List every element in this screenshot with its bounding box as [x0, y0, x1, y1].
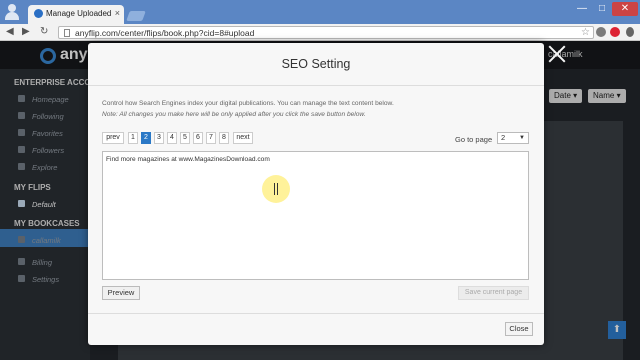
window-close-button[interactable]: ✕ — [612, 2, 638, 16]
pager-page-1[interactable]: 1 — [128, 132, 138, 144]
reload-icon[interactable]: ↻ — [40, 26, 48, 37]
minimize-button[interactable]: — — [572, 2, 592, 16]
extension-icon[interactable] — [596, 27, 606, 37]
modal-close-icon[interactable] — [546, 43, 568, 65]
modal-description: Control how Search Engines index your di… — [102, 100, 394, 107]
url-text: anyflip.com/center/flips/book.php?cid=8#… — [75, 28, 255, 38]
profile-icon[interactable] — [4, 3, 20, 21]
page-icon — [64, 29, 70, 37]
divider — [88, 85, 544, 86]
back-icon[interactable]: ◀ — [6, 26, 14, 37]
favicon-icon — [34, 9, 43, 18]
preview-button[interactable]: Preview — [102, 286, 140, 300]
pager-page-2[interactable]: 2 — [141, 132, 151, 144]
new-tab-button[interactable] — [126, 11, 146, 21]
text-cursor-icon — [274, 183, 278, 195]
browser-toolbar: ◀ ▶ ↻ anyflip.com/center/flips/book.php?… — [0, 24, 640, 41]
close-button[interactable]: Close — [505, 322, 533, 336]
pager-page-8[interactable]: 8 — [219, 132, 229, 144]
extension-icon[interactable] — [610, 27, 620, 37]
browser-tabstrip: Manage Uploaded Books × — □ ✕ — [0, 0, 640, 24]
goto-page-label: Go to page — [455, 135, 493, 144]
seo-text-content: Find more magazines at www.MagazinesDown… — [106, 156, 270, 163]
modal-title: SEO Setting — [281, 57, 351, 71]
pager-page-4[interactable]: 4 — [167, 132, 177, 144]
menu-icon[interactable] — [626, 27, 634, 37]
pager-page-6[interactable]: 6 — [193, 132, 203, 144]
save-current-page-button[interactable]: Save current page — [458, 286, 529, 300]
tab-title: Manage Uploaded Books — [46, 9, 112, 18]
maximize-button[interactable]: □ — [592, 2, 612, 16]
pager-prev[interactable]: prev — [102, 132, 124, 144]
pager-page-7[interactable]: 7 — [206, 132, 216, 144]
tab-close-icon[interactable]: × — [115, 8, 120, 18]
modal-note: Note: All changes you make here will be … — [102, 111, 366, 118]
dropdown-caret-icon: ▼ — [519, 135, 525, 141]
browser-tab[interactable]: Manage Uploaded Books × — [28, 5, 124, 24]
divider — [88, 313, 544, 314]
seo-setting-modal: SEO Setting Control how Search Engines i… — [88, 43, 544, 345]
seo-text-editor[interactable]: Find more magazines at www.MagazinesDown… — [102, 151, 529, 280]
goto-page-select[interactable]: 2 ▼ — [497, 132, 529, 144]
pager-page-5[interactable]: 5 — [180, 132, 190, 144]
goto-page-value: 2 — [501, 133, 506, 142]
pager-page-3[interactable]: 3 — [154, 132, 164, 144]
address-bar[interactable]: anyflip.com/center/flips/book.php?cid=8#… — [58, 26, 594, 39]
forward-icon[interactable]: ▶ — [22, 26, 30, 37]
pager-next[interactable]: next — [233, 132, 253, 144]
bookmark-star-icon[interactable]: ☆ — [581, 27, 590, 38]
